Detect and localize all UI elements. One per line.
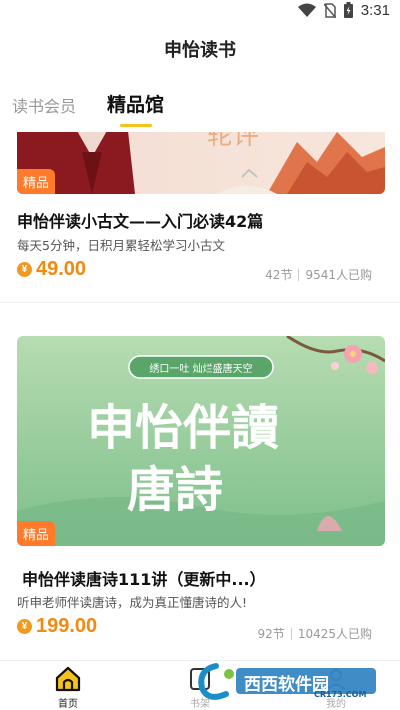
coin-icon: ¥	[17, 262, 32, 277]
tab-premium-hall[interactable]: 精品馆	[107, 90, 164, 117]
wifi-icon	[297, 3, 316, 17]
buyer-count: 10425人已购	[297, 627, 372, 641]
meta-separator	[298, 268, 300, 281]
course-price: 49.00	[36, 258, 87, 280]
course-list[interactable]: 轮评 精品 申怡伴读小古文——入门必读42篇 每天5分钟，日积月累轻松学习小古文…	[0, 132, 400, 660]
watermark-logo: 西西软件园 CR173.COM	[196, 660, 386, 702]
watermark-url: CR173.COM	[314, 690, 367, 699]
cover-banner-text: 绣口一吐 灿烂盛唐天空	[149, 362, 252, 375]
premium-badge: 精品	[17, 521, 56, 546]
course-title[interactable]: 申怡伴读小古文——入门必读42篇	[17, 208, 263, 232]
buyer-count: 9541人已购	[305, 268, 372, 282]
course-card[interactable]: 绣口一吐 灿烂盛唐天空 申怡伴讀 唐詩 精品 申怡伴读唐诗111讲（更新中...…	[0, 336, 400, 641]
cover-illustration: 轮评	[17, 132, 385, 194]
nav-home-label: 首页	[58, 699, 78, 710]
nav-home[interactable]: 首页	[28, 665, 108, 710]
course-cover-image[interactable]: 绣口一吐 灿烂盛唐天空 申怡伴讀 唐詩 精品	[17, 336, 385, 546]
course-card[interactable]: 轮评 精品 申怡伴读小古文——入门必读42篇 每天5分钟，日积月累轻松学习小古文…	[0, 132, 400, 320]
svg-text:轮评: 轮评	[207, 132, 259, 151]
status-bar: 3:31	[0, 0, 400, 22]
home-icon	[55, 666, 81, 692]
page-title: 申怡读书	[164, 40, 236, 61]
price-row: ¥ 199.00	[17, 615, 97, 638]
course-price: 199.00	[36, 615, 98, 637]
battery-icon	[343, 2, 353, 18]
premium-badge: 精品	[17, 169, 56, 194]
no-sim-icon	[323, 2, 336, 18]
course-description: 每天5分钟，日积月累轻松学习小古文	[17, 238, 225, 253]
meta-separator	[290, 627, 292, 640]
course-description: 听申老师伴读唐诗，成为真正懂唐诗的人!	[17, 595, 248, 610]
course-meta: 42节 9541人已购	[265, 266, 372, 283]
course-meta: 92节 10425人已购	[258, 625, 372, 642]
tab-bar: 读书会员 精品馆	[0, 90, 400, 132]
active-tab-indicator	[120, 124, 152, 127]
lesson-count: 42节	[265, 268, 293, 282]
status-time: 3:31	[360, 1, 390, 19]
card-divider	[0, 302, 400, 303]
course-cover-image[interactable]: 轮评 精品	[17, 132, 385, 194]
cover-title-line2: 唐詩	[127, 462, 223, 518]
coin-icon: ¥	[17, 619, 32, 634]
cover-illustration: 绣口一吐 灿烂盛唐天空 申怡伴讀 唐詩	[17, 336, 385, 546]
price-row: ¥ 49.00	[17, 258, 86, 281]
cover-title-line1: 申怡伴讀	[87, 400, 279, 456]
status-icons: 3:31	[297, 1, 390, 19]
lesson-count: 92节	[257, 627, 285, 641]
tab-reading-members[interactable]: 读书会员	[12, 93, 76, 117]
course-title[interactable]: 申怡伴读唐诗111讲（更新中...）	[22, 566, 266, 590]
